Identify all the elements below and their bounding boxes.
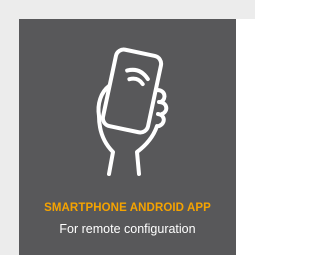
left-border — [0, 0, 19, 255]
card-subtitle: For remote configuration — [59, 222, 196, 236]
top-border — [0, 0, 255, 19]
card-title: SMARTPHONE ANDROID APP — [44, 202, 211, 214]
tile-frame: SMARTPHONE ANDROID APP For remote config… — [0, 0, 255, 255]
feature-card[interactable]: SMARTPHONE ANDROID APP For remote config… — [19, 19, 236, 255]
hand-holding-smartphone-icon — [79, 34, 179, 184]
